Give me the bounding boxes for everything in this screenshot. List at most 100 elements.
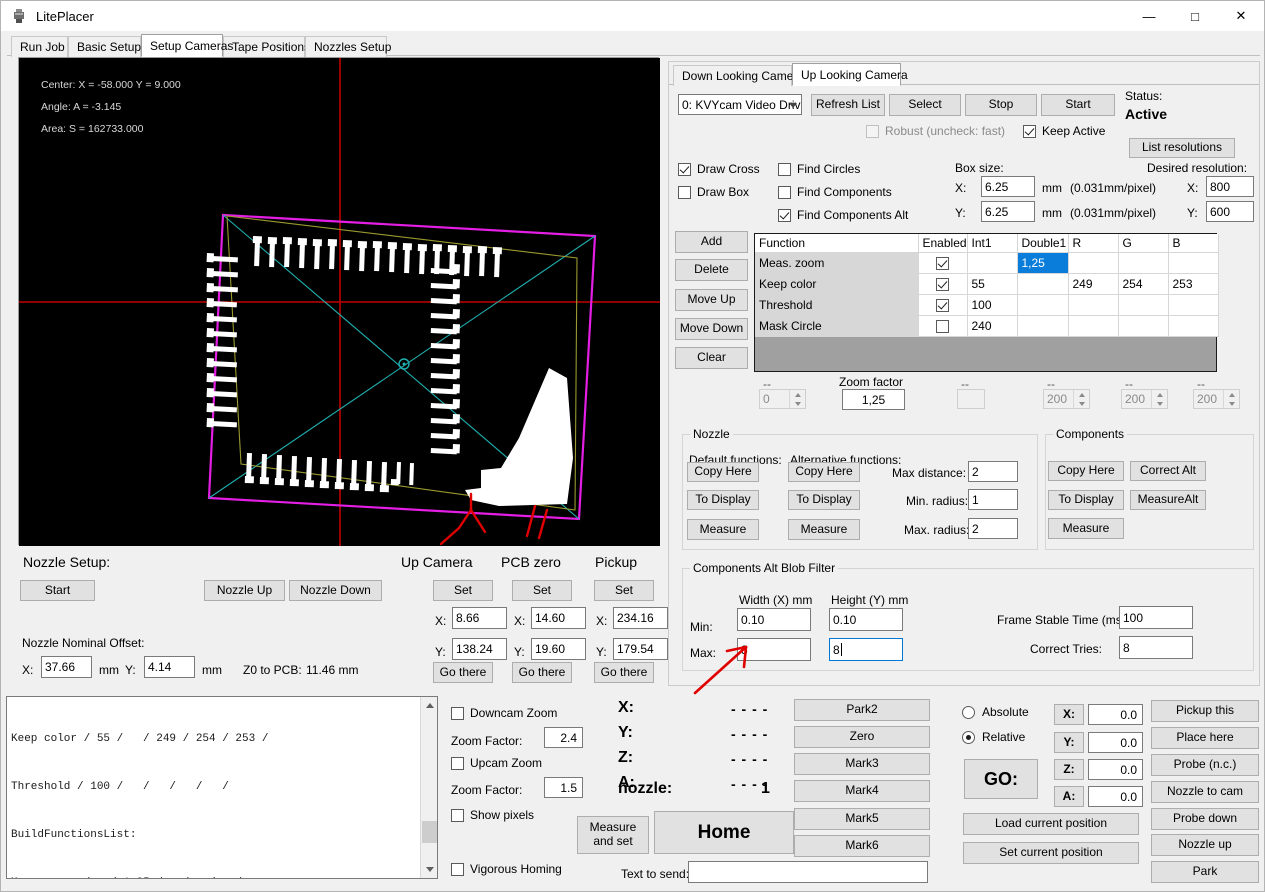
- upcam-zoom-checkbox[interactable]: Upcam Zoom: [451, 756, 542, 770]
- nozzle-alt-copy-here-button[interactable]: Copy Here: [788, 462, 860, 482]
- show-pixels-checkbox[interactable]: Show pixels: [451, 808, 534, 822]
- max-distance-input[interactable]: 2: [968, 461, 1018, 482]
- pickup-go-there-button[interactable]: Go there: [594, 662, 654, 683]
- camera-view[interactable]: Center: X = -58.000 Y = 9.000 Angle: A =…: [18, 57, 660, 546]
- set-current-position-button[interactable]: Set current position: [963, 842, 1139, 864]
- pcb-zero-go-there-button[interactable]: Go there: [512, 662, 572, 683]
- pickup-this-button[interactable]: Pickup this: [1151, 700, 1259, 722]
- min-radius-input[interactable]: 1: [968, 489, 1018, 510]
- row2-enabled[interactable]: [918, 294, 968, 316]
- draw-box-checkbox[interactable]: Draw Box: [678, 185, 749, 199]
- tab-run-job[interactable]: Run Job: [11, 36, 68, 57]
- row2-int1[interactable]: 100: [967, 294, 1018, 316]
- col-enabled[interactable]: Enabled: [918, 234, 968, 253]
- nozzle-alt-measure-button[interactable]: Measure: [788, 519, 860, 540]
- max-radius-input[interactable]: 2: [968, 518, 1018, 539]
- col-double1[interactable]: Double1: [1017, 234, 1069, 253]
- row1-enabled[interactable]: [918, 273, 968, 295]
- nozzle-default-measure-button[interactable]: Measure: [687, 519, 759, 540]
- row2-function[interactable]: Threshold: [755, 294, 919, 316]
- camera-device-select[interactable]: 0: KVYcam Video Drive: [678, 94, 802, 115]
- load-current-position-button[interactable]: Load current position: [963, 813, 1139, 835]
- probe-nc-button[interactable]: Probe (n.c.): [1151, 754, 1259, 776]
- row3-enabled[interactable]: [918, 315, 968, 337]
- row3-b[interactable]: [1168, 315, 1219, 337]
- blob-max-width-input[interactable]: 8: [737, 638, 811, 661]
- upcam-zoom-factor-input[interactable]: 1.5: [544, 777, 583, 798]
- resolution-x-input[interactable]: 800: [1206, 176, 1254, 197]
- relative-radio[interactable]: Relative: [962, 730, 1025, 744]
- mark3-button[interactable]: Mark3: [794, 753, 930, 775]
- probe-down-button[interactable]: Probe down: [1151, 808, 1259, 830]
- tab-nozzles-setup[interactable]: Nozzles Setup: [305, 36, 391, 57]
- find-components-checkbox[interactable]: Find Components: [778, 185, 892, 199]
- frame-stable-time-input[interactable]: 100: [1119, 606, 1193, 629]
- param3-input[interactable]: [957, 389, 985, 409]
- col-g[interactable]: G: [1118, 234, 1169, 253]
- row3-int1[interactable]: 240: [967, 315, 1018, 337]
- jog-a-input[interactable]: 0.0: [1088, 786, 1143, 807]
- row0-b[interactable]: [1168, 252, 1219, 274]
- row0-double1[interactable]: 1,25: [1017, 252, 1069, 274]
- row1-double1[interactable]: [1017, 273, 1069, 295]
- resolution-y-input[interactable]: 600: [1206, 201, 1254, 222]
- jog-z-input[interactable]: 0.0: [1088, 759, 1143, 780]
- param1-spinner-arrows[interactable]: [789, 390, 805, 408]
- components-to-display-button[interactable]: To Display: [1048, 490, 1124, 510]
- zoom-factor-input[interactable]: 1,25: [842, 389, 905, 410]
- components-copy-here-button[interactable]: Copy Here: [1048, 461, 1124, 481]
- row2-b[interactable]: [1168, 294, 1219, 316]
- scroll-down-icon[interactable]: [421, 861, 437, 878]
- find-circles-checkbox[interactable]: Find Circles: [778, 162, 860, 176]
- nozzle-alt-to-display-button[interactable]: To Display: [788, 490, 860, 510]
- robust-checkbox[interactable]: Robust (uncheck: fast): [866, 124, 1005, 138]
- table-row[interactable]: Keep color 55 249 254 253: [755, 273, 1219, 295]
- pickup-set-button[interactable]: Set: [594, 580, 654, 601]
- blob-min-height-input[interactable]: 0.10: [829, 608, 903, 631]
- tab-up-looking-camera[interactable]: Up Looking Camera: [792, 63, 908, 86]
- row3-function[interactable]: Mask Circle: [755, 315, 919, 337]
- tab-tape-positions[interactable]: Tape Positions: [223, 36, 310, 57]
- row2-g[interactable]: [1118, 294, 1169, 316]
- col-r[interactable]: R: [1068, 234, 1119, 253]
- scroll-up-icon[interactable]: [421, 697, 437, 714]
- row3-double1[interactable]: [1017, 315, 1069, 337]
- go-button[interactable]: GO:: [964, 759, 1038, 799]
- delete-function-button[interactable]: Delete: [675, 259, 748, 281]
- nozzle-default-copy-here-button[interactable]: Copy Here: [687, 462, 759, 482]
- row1-function[interactable]: Keep color: [755, 273, 919, 295]
- row2-r[interactable]: [1068, 294, 1119, 316]
- row3-r[interactable]: [1068, 315, 1119, 337]
- move-down-function-button[interactable]: Move Down: [675, 318, 748, 340]
- row1-int1[interactable]: 55: [967, 273, 1018, 295]
- pcb-zero-set-button[interactable]: Set: [512, 580, 572, 601]
- jog-y-input[interactable]: 0.0: [1088, 732, 1143, 753]
- param4-spinner-arrows[interactable]: [1073, 390, 1089, 408]
- row0-enabled[interactable]: [918, 252, 968, 274]
- text-to-send-input[interactable]: [688, 861, 928, 883]
- jog-z-button[interactable]: Z:: [1054, 759, 1084, 780]
- mark6-button[interactable]: Mark6: [794, 835, 930, 857]
- jog-x-button[interactable]: X:: [1054, 704, 1084, 725]
- nozzle-setup-start-button[interactable]: Start: [20, 580, 95, 601]
- table-row[interactable]: Meas. zoom 1,25: [755, 252, 1219, 274]
- mark4-button[interactable]: Mark4: [794, 780, 930, 802]
- tab-down-looking-camera[interactable]: Down Looking Camera: [673, 65, 804, 86]
- stop-camera-button[interactable]: Stop: [965, 94, 1037, 116]
- row1-g[interactable]: 254: [1118, 273, 1169, 295]
- zero-button[interactable]: Zero: [794, 726, 930, 748]
- park-button[interactable]: Park: [1151, 861, 1259, 883]
- keep-active-checkbox[interactable]: Keep Active: [1023, 124, 1105, 138]
- param1-stepper[interactable]: 0: [759, 389, 806, 409]
- pickup-x-input[interactable]: 234.16: [613, 607, 668, 629]
- row1-b[interactable]: 253: [1168, 273, 1219, 295]
- components-measure-button[interactable]: Measure: [1048, 518, 1124, 539]
- box-size-x-input[interactable]: 6.25: [981, 176, 1035, 197]
- nozzle-down-button[interactable]: Nozzle Down: [289, 580, 382, 601]
- mark5-button[interactable]: Mark5: [794, 808, 930, 830]
- col-function[interactable]: Function: [755, 234, 919, 253]
- param5-stepper[interactable]: 200: [1121, 389, 1168, 409]
- row0-r[interactable]: [1068, 252, 1119, 274]
- add-function-button[interactable]: Add: [675, 231, 748, 253]
- log-output[interactable]: Keep color / 55 / / 249 / 254 / 253 / Th…: [6, 696, 438, 879]
